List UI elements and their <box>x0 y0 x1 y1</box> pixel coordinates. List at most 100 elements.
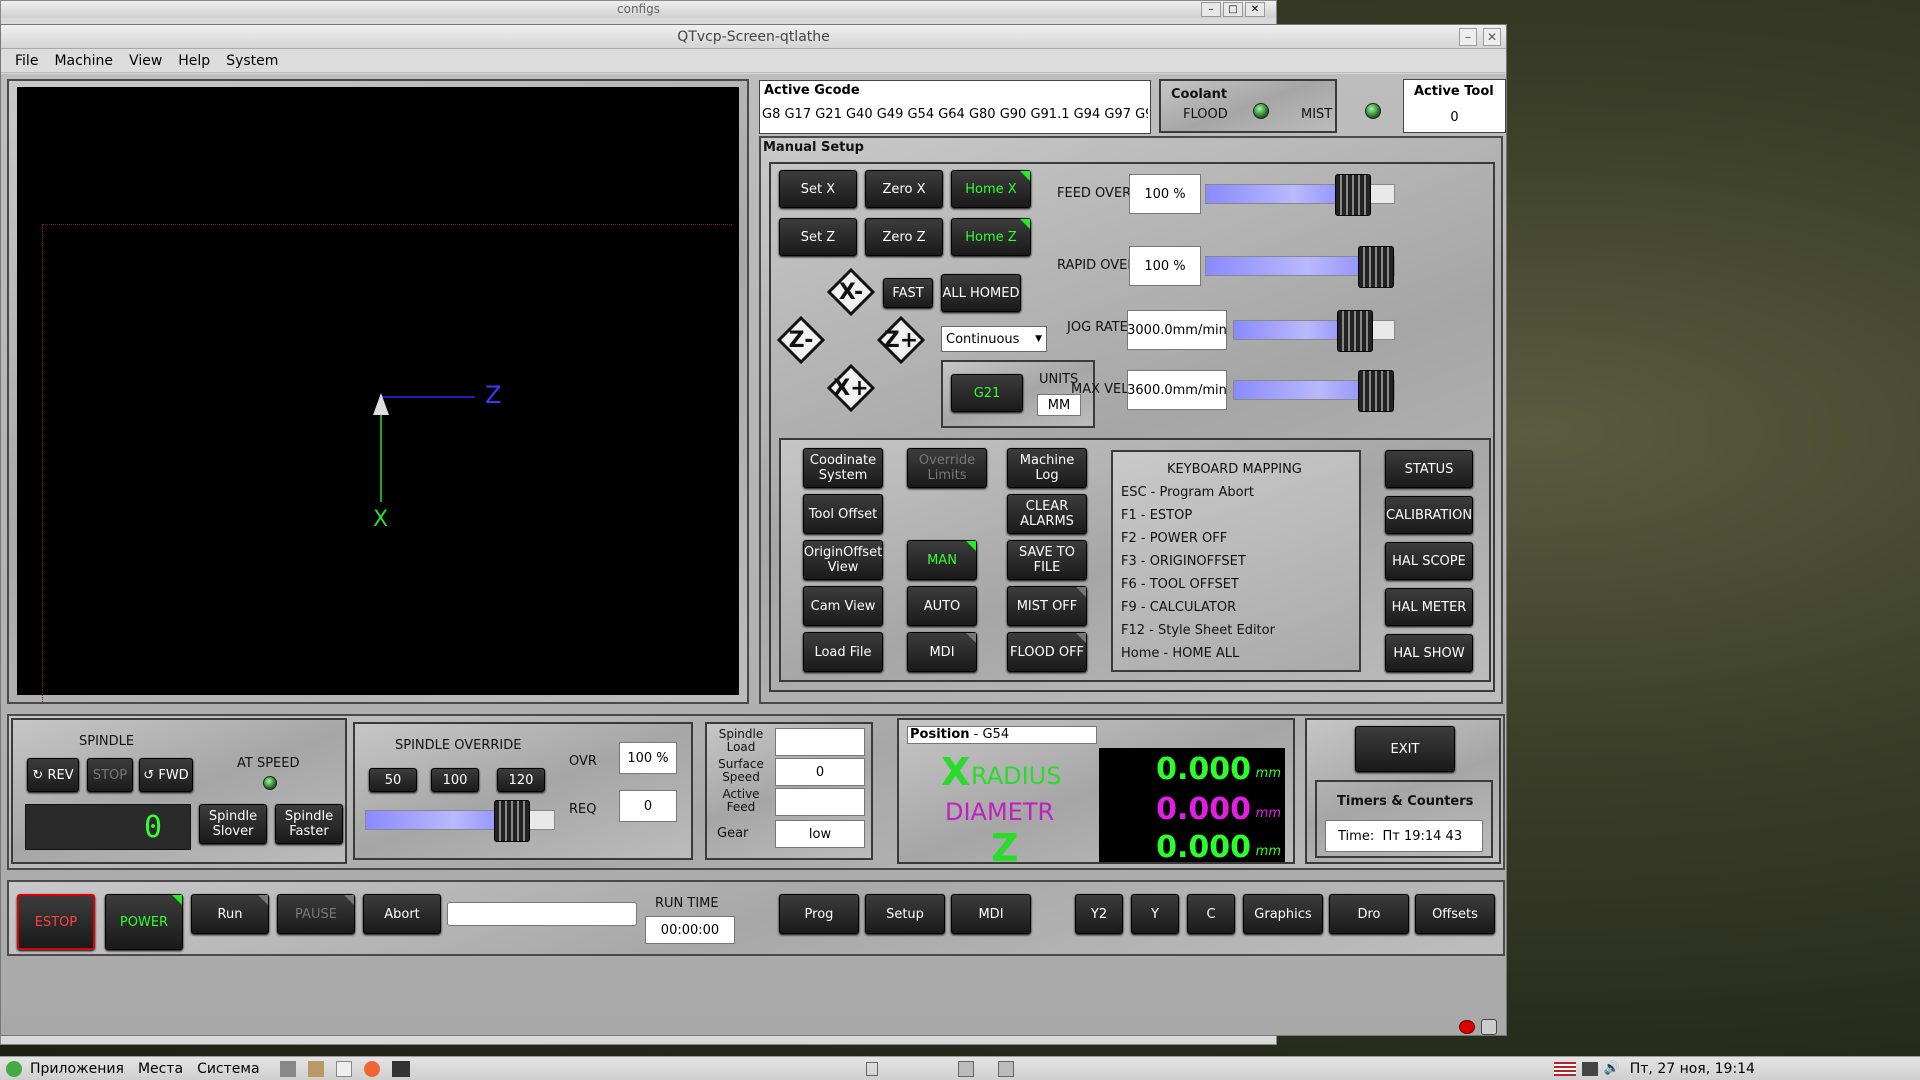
taskbar-clock[interactable]: Пт, 27 ноя, 19:14 <box>1630 1061 1755 1077</box>
c-button[interactable]: C <box>1187 894 1235 934</box>
gimp-launcher-icon[interactable] <box>307 1060 324 1077</box>
mdi-mode-button[interactable]: MDI <box>907 632 977 672</box>
graphics-preview[interactable]: Z X <box>17 87 739 704</box>
places-menu[interactable]: Места <box>138 1061 183 1077</box>
controls-panel: Coodinate System Override Limits Machine… <box>779 438 1491 682</box>
g21-button[interactable]: G21 <box>951 374 1023 412</box>
zero-z-button[interactable]: Zero Z <box>865 218 943 256</box>
abort-button[interactable]: Abort <box>363 894 441 934</box>
machine-log-button[interactable]: Machine Log <box>1007 448 1087 488</box>
keymap-item: F12 - Style Sheet Editor <box>1121 623 1275 638</box>
jog-x-plus-button[interactable]: X+ <box>827 364 875 412</box>
load-file-button[interactable]: Load File <box>803 632 883 672</box>
flood-off-button[interactable]: FLOOD OFF <box>1007 632 1087 672</box>
estop-button[interactable]: ESTOP <box>17 894 95 950</box>
close-icon[interactable]: ✕ <box>1483 28 1501 46</box>
x-axis-label: X <box>373 507 389 532</box>
prog-button[interactable]: Prog <box>779 894 859 934</box>
spindle-rev-button[interactable]: ↻ REV <box>27 758 79 792</box>
spindle-override-slider[interactable] <box>365 800 555 842</box>
menu-file[interactable]: File <box>15 53 38 69</box>
mdi-button[interactable]: MDI <box>951 894 1031 934</box>
spindle-slower-button[interactable]: Spindle Slover <box>199 804 267 844</box>
all-homed-button[interactable]: ALL HOMED <box>941 274 1021 312</box>
menu-system[interactable]: System <box>226 53 278 69</box>
menu-view[interactable]: View <box>129 53 162 69</box>
hal-scope-button[interactable]: HAL SCOPE <box>1385 542 1473 580</box>
jog-rate-slider[interactable] <box>1233 310 1395 352</box>
fast-button[interactable]: FAST <box>883 278 933 308</box>
hal-show-button[interactable]: HAL SHOW <box>1385 634 1473 672</box>
minimize-icon[interactable]: – <box>1459 28 1477 46</box>
exit-button[interactable]: EXIT <box>1355 726 1455 772</box>
network-icon[interactable] <box>1581 1061 1598 1076</box>
close-icon[interactable]: ✕ <box>1245 2 1265 17</box>
set-z-button[interactable]: Set Z <box>779 218 857 256</box>
spindle-100-button[interactable]: 100 <box>431 768 479 792</box>
show-desktop-icon[interactable] <box>865 1061 878 1076</box>
applications-menu[interactable]: Приложения <box>30 1061 124 1077</box>
spindle-stop-button[interactable]: STOP <box>87 758 133 792</box>
cam-view-button[interactable]: Cam View <box>803 586 883 626</box>
us-flag-icon[interactable] <box>1553 1061 1576 1076</box>
status-button[interactable]: STATUS <box>1385 450 1473 488</box>
hal-meter-button[interactable]: HAL METER <box>1385 588 1473 626</box>
jog-z-minus-button[interactable]: Z- <box>777 316 825 364</box>
jog-mode-select[interactable]: Continuous ▼ <box>941 326 1047 352</box>
clear-alarms-button[interactable]: CLEAR ALARMS <box>1007 494 1087 534</box>
editor-launcher-icon[interactable] <box>335 1060 352 1077</box>
offsets-button[interactable]: Offsets <box>1415 894 1495 934</box>
y-button[interactable]: Y <box>1131 894 1179 934</box>
auto-mode-button[interactable]: AUTO <box>907 586 977 626</box>
dro-button[interactable]: Dro <box>1329 894 1409 934</box>
rapid-override-slider[interactable] <box>1205 246 1395 288</box>
spindle-120-button[interactable]: 120 <box>497 768 545 792</box>
y2-button[interactable]: Y2 <box>1075 894 1123 934</box>
background-window-title: configs <box>1 1 1276 18</box>
jog-z-plus-button[interactable]: Z+ <box>877 316 925 364</box>
coordinate-system-button[interactable]: Coodinate System <box>803 448 883 488</box>
run-button[interactable]: Run <box>191 894 269 934</box>
graphics-button[interactable]: Graphics <box>1243 894 1323 934</box>
workspace-icon[interactable] <box>997 1060 1014 1077</box>
terminal-launcher-icon[interactable] <box>391 1060 410 1077</box>
zero-x-button[interactable]: Zero X <box>865 170 943 208</box>
calibration-button[interactable]: CALIBRATION <box>1385 496 1473 534</box>
diameter-label: DIAMETR <box>945 798 1055 826</box>
maximize-icon[interactable]: □ <box>1223 2 1243 17</box>
tool-offset-button[interactable]: Tool Offset <box>803 494 883 534</box>
spindle-fwd-label: FWD <box>158 767 189 783</box>
power-button[interactable]: POWER <box>105 894 183 950</box>
pause-button[interactable]: PAUSE <box>277 894 355 934</box>
apps-menu-icon <box>6 1060 22 1077</box>
volume-icon[interactable]: 🔊 <box>1604 1061 1620 1076</box>
mist-off-button[interactable]: MIST OFF <box>1007 586 1087 626</box>
menu-help[interactable]: Help <box>178 53 210 69</box>
man-mode-button[interactable]: MAN <box>907 540 977 580</box>
feed-override-slider[interactable] <box>1205 174 1395 216</box>
spindle-fwd-button[interactable]: ↺ FWD <box>139 758 193 792</box>
firefox-launcher-icon[interactable] <box>363 1060 380 1077</box>
minimize-icon[interactable]: – <box>1201 2 1221 17</box>
override-limits-button[interactable]: Override Limits <box>907 448 987 488</box>
spindle-faster-button[interactable]: Spindle Faster <box>275 804 343 844</box>
home-z-button[interactable]: Home Z <box>951 218 1031 256</box>
jog-x-minus-button[interactable]: X- <box>827 268 875 316</box>
rapid-override-value: 100 % <box>1129 246 1201 286</box>
save-to-file-button[interactable]: SAVE TO FILE <box>1007 540 1087 580</box>
tool-launcher-icon[interactable] <box>279 1060 296 1077</box>
max-vel-label: MAX VEL <box>1071 382 1129 397</box>
exit-timers-panel: EXIT Timers & Counters Time: Пт 19:14 43 <box>1305 718 1501 864</box>
trash-icon[interactable] <box>957 1060 974 1077</box>
setup-button[interactable]: Setup <box>865 894 945 934</box>
home-x-button[interactable]: Home X <box>951 170 1031 208</box>
rotate-ccw-icon: ↻ <box>32 767 44 783</box>
origin-offset-view-button[interactable]: OriginOffset View <box>803 540 883 580</box>
menu-machine[interactable]: Machine <box>54 53 113 69</box>
spindle-50-button[interactable]: 50 <box>369 768 417 792</box>
max-vel-slider[interactable] <box>1233 370 1395 412</box>
active-feed-value <box>775 788 865 816</box>
system-menu[interactable]: Система <box>197 1061 259 1077</box>
set-x-button[interactable]: Set X <box>779 170 857 208</box>
progress-bar <box>447 902 637 926</box>
